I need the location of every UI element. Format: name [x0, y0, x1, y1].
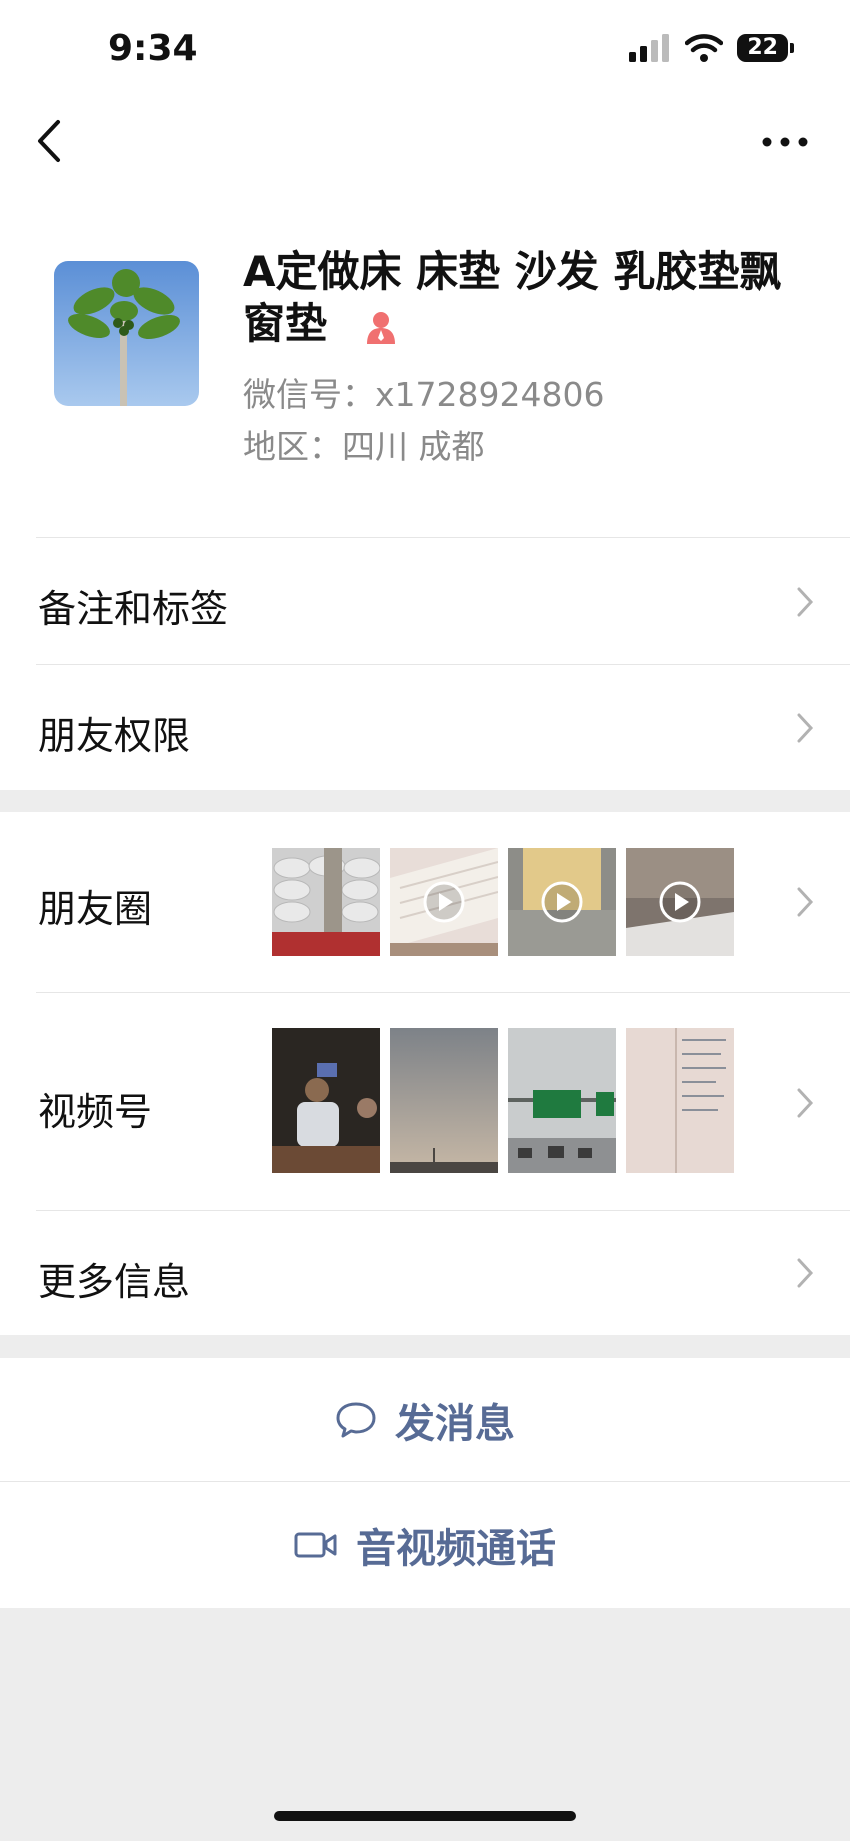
- remarks-tags-label: 备注和标签: [38, 587, 229, 631]
- chevron-right-icon: [797, 587, 814, 617]
- wechat-id: 微信号：x1728924806: [243, 375, 605, 414]
- channels-label: 视频号: [38, 1090, 153, 1134]
- send-message-label: 发消息: [395, 1400, 515, 1447]
- moments-row[interactable]: 朋友圈: [0, 812, 850, 992]
- profile-name: A定做床 床垫 沙发 乳胶垫飘窗垫: [243, 246, 803, 350]
- remarks-tags-row[interactable]: 备注和标签: [0, 538, 850, 664]
- chevron-right-icon: [797, 1258, 814, 1288]
- female-icon: [366, 311, 395, 344]
- chevron-right-icon: [797, 713, 814, 743]
- channels-row[interactable]: 视频号: [0, 993, 850, 1210]
- status-icons: 22: [629, 34, 794, 62]
- chevron-right-icon: [797, 1088, 814, 1118]
- friend-permissions-label: 朋友权限: [38, 714, 191, 758]
- more-options-icon[interactable]: [760, 130, 810, 154]
- battery-level: 22: [737, 34, 794, 62]
- more-info-row[interactable]: 更多信息: [0, 1211, 850, 1335]
- channels-thumbnails: [272, 1028, 734, 1173]
- chat-bubble-icon: [336, 1402, 376, 1437]
- chevron-right-icon: [797, 887, 814, 917]
- region: 地区：四川 成都: [243, 427, 485, 466]
- channels-thumb-man[interactable]: [272, 1028, 380, 1173]
- channels-thumb-sky[interactable]: [390, 1028, 498, 1173]
- video-call-icon: [294, 1532, 337, 1558]
- status-time: 9:34: [108, 28, 198, 69]
- moments-thumb-room[interactable]: [626, 848, 734, 956]
- play-icon: [659, 881, 701, 923]
- profile-card: 9:34 22 A定做床 床垫 沙发 乳胶垫飘窗垫 微信号：x172892480…: [0, 0, 850, 790]
- home-indicator[interactable]: [274, 1811, 576, 1821]
- send-message-button[interactable]: 发消息: [0, 1358, 850, 1481]
- avatar[interactable]: [54, 261, 199, 406]
- more-info-label: 更多信息: [38, 1260, 191, 1304]
- friend-permissions-row[interactable]: 朋友权限: [0, 665, 850, 790]
- moments-thumb-foam[interactable]: [508, 848, 616, 956]
- moments-label: 朋友圈: [38, 887, 153, 931]
- moments-thumb-sacks[interactable]: [272, 848, 380, 956]
- play-icon: [423, 881, 465, 923]
- back-icon[interactable]: [30, 116, 70, 166]
- av-call-button[interactable]: 音视频通话: [0, 1482, 850, 1608]
- moments-thumb-mattress[interactable]: [390, 848, 498, 956]
- moments-thumbnails: [272, 848, 734, 956]
- wifi-icon: [685, 34, 724, 62]
- play-icon: [541, 881, 583, 923]
- signal-icon: [629, 34, 670, 62]
- content-section: 朋友圈 视频号 更多信息: [0, 812, 850, 1335]
- channels-thumb-notebook[interactable]: [626, 1028, 734, 1173]
- channels-thumb-highway[interactable]: [508, 1028, 616, 1173]
- profile-name-text: A定做床 床垫 沙发 乳胶垫飘窗垫: [243, 247, 782, 348]
- av-call-label: 音视频通话: [356, 1526, 556, 1572]
